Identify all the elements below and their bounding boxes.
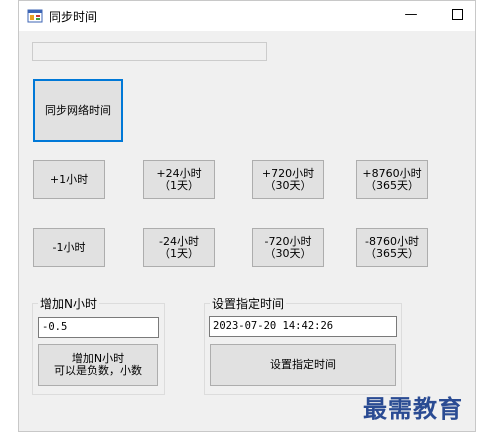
minimize-icon[interactable]: — bbox=[401, 5, 421, 25]
add-n-hours-button[interactable]: 增加N小时 可以是负数，小数 bbox=[38, 344, 158, 386]
windows-form-icon bbox=[27, 8, 43, 24]
sub-720-hours-button[interactable]: -720小时 （30天） bbox=[252, 228, 324, 267]
title-bar: 同步时间 — bbox=[19, 1, 475, 31]
add-720-hours-button[interactable]: +720小时 （30天） bbox=[252, 160, 324, 199]
status-textbox[interactable] bbox=[32, 42, 267, 61]
sync-network-time-button[interactable]: 同步网络时间 bbox=[33, 79, 123, 142]
datetime-input[interactable]: 2023-07-20 14:42:26 bbox=[209, 316, 397, 337]
maximize-icon[interactable] bbox=[447, 5, 467, 25]
sub-1-hour-button[interactable]: -1小时 bbox=[33, 228, 105, 267]
sub-24-hours-button[interactable]: -24小时 （1天） bbox=[143, 228, 215, 267]
hours-input[interactable]: -0.5 bbox=[38, 317, 159, 338]
add-24-hours-button[interactable]: +24小时 （1天） bbox=[143, 160, 215, 199]
add-n-hours-group-title: 增加N小时 bbox=[38, 295, 99, 312]
main-window: 同步时间 — 同步网络时间 +1小时 +24小时 （1天） +720小时 （30… bbox=[18, 0, 476, 432]
window-title: 同步时间 bbox=[49, 10, 98, 24]
set-time-group-title: 设置指定时间 bbox=[210, 295, 287, 312]
set-time-button[interactable]: 设置指定时间 bbox=[210, 344, 396, 386]
sub-8760-hours-button[interactable]: -8760小时 （365天） bbox=[356, 228, 428, 267]
add-8760-hours-button[interactable]: +8760小时 （365天） bbox=[356, 160, 428, 199]
watermark-logo: 最需教育 bbox=[363, 394, 463, 423]
add-1-hour-button[interactable]: +1小时 bbox=[33, 160, 105, 199]
